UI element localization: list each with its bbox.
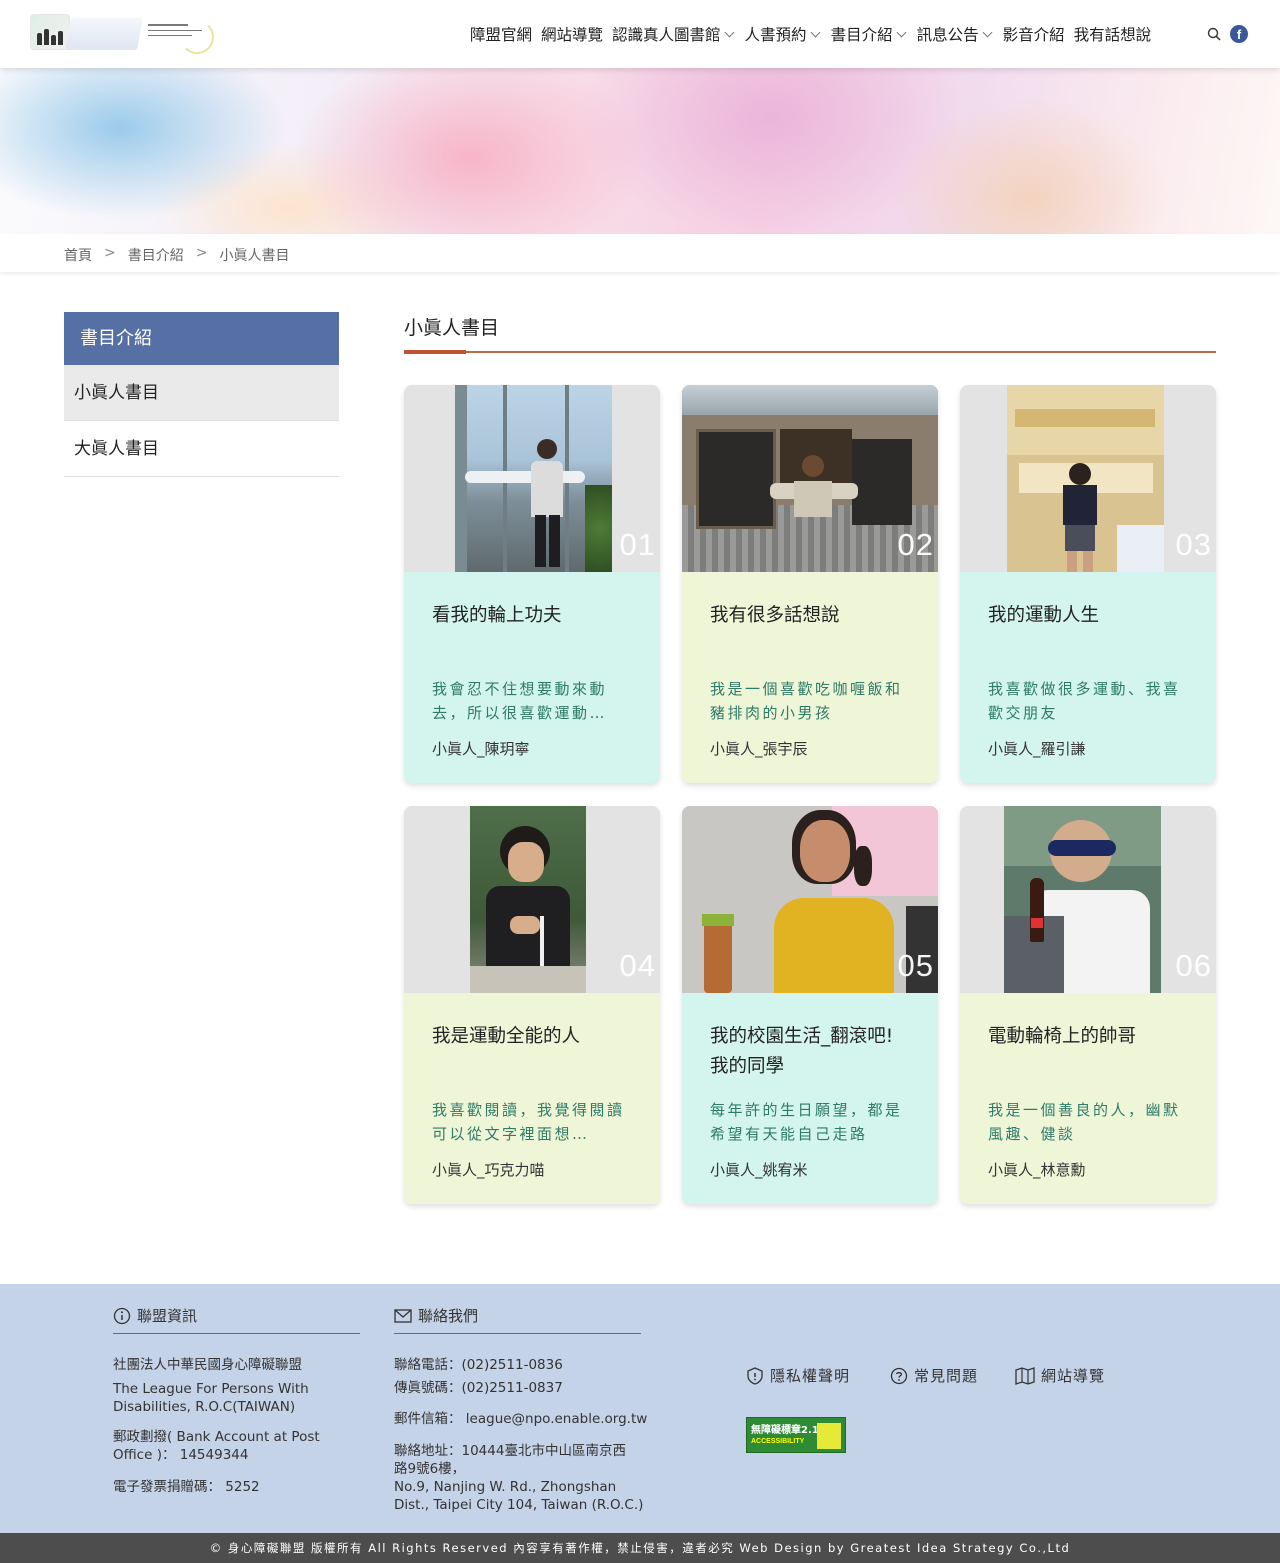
- card-number: 04: [619, 948, 656, 983]
- card-photo: 05: [682, 806, 938, 993]
- logo-people-graphic: [30, 14, 70, 50]
- card-number: 01: [619, 527, 656, 562]
- card-author: 小眞人_巧克力喵: [432, 1161, 545, 1179]
- info-icon: [113, 1307, 131, 1324]
- card-title[interactable]: 電動輪椅上的帥哥: [988, 1022, 1188, 1052]
- card-description: 我是一個善良的人，幽默風趣、健談: [988, 1101, 1181, 1143]
- book-card[interactable]: 03 我的運動人生 我喜歡做很多運動、我喜歡交朋友 小眞人_羅引謙: [960, 385, 1216, 783]
- card-photo: 02: [682, 385, 938, 572]
- contact-email[interactable]: 郵件信箱： league@npo.enable.org.tw: [394, 1410, 654, 1428]
- card-author: 小眞人_張宇辰: [710, 740, 808, 758]
- bank-account: 郵政劃撥( Bank Account at Post Office )： 145…: [113, 1429, 320, 1463]
- chevron-down-icon: [810, 27, 821, 37]
- card-number: 05: [897, 948, 934, 983]
- card-description: 我喜歡閱讀，我覺得閱讀可以從文字裡面想…: [432, 1101, 625, 1143]
- contact-fax: 傳眞號碼：(02)2511-0837: [394, 1380, 563, 1396]
- chevron-down-icon: [724, 27, 734, 37]
- nav-item-videos[interactable]: 影音介紹: [1003, 23, 1065, 45]
- contact-address-zh: 聯絡地址：10444臺北市中山區南京西路9號6樓，: [394, 1443, 626, 1477]
- nav-item-official-site[interactable]: 障盟官網: [470, 23, 532, 45]
- badge-graphic: [817, 1423, 841, 1449]
- sitemap-link[interactable]: 網站導覽: [1015, 1365, 1105, 1386]
- shield-icon: [747, 1366, 763, 1385]
- site-logo[interactable]: [30, 14, 214, 54]
- accessibility-badge[interactable]: 無障礙標章2.1 ACCESSIBILITY: [746, 1417, 846, 1453]
- card-photo: 04: [404, 806, 660, 993]
- card-title[interactable]: 我是運動全能的人: [432, 1022, 632, 1052]
- book-card[interactable]: 05 我的校園生活_翻滾吧! 我的同學 每年許的生日願望，都是希望有天能自己走路…: [682, 806, 938, 1204]
- page-title: 小眞人書目: [404, 317, 500, 339]
- card-description: 我是一個喜歡吃咖喱飯和豬排肉的小男孩: [710, 680, 903, 722]
- card-description: 我會忍不住想要動來動去，所以很喜歡運動…: [432, 680, 608, 722]
- card-photo: 03: [960, 385, 1216, 572]
- card-photo: 01: [404, 385, 660, 572]
- sidebar-title: 書目介紹: [64, 312, 339, 365]
- card-number: 03: [1175, 527, 1212, 562]
- card-number: 06: [1175, 948, 1212, 983]
- breadcrumb-bar: 首頁 > 書目介紹 > 小眞人書目: [0, 234, 1280, 272]
- badge-subtitle: ACCESSIBILITY: [751, 1438, 805, 1445]
- main-nav: 障盟官網 網站導覽 認識真人圖書館 人書預約 書目介紹 訊息公告 影音介紹 我有…: [470, 22, 1160, 46]
- sidebar-item-small-people[interactable]: 小眞人書目: [64, 365, 339, 421]
- facebook-icon[interactable]: f: [1230, 25, 1248, 43]
- card-author: 小眞人_陳玥寧: [432, 740, 530, 758]
- mail-icon: [394, 1308, 412, 1323]
- card-author: 小眞人_姚宥米: [710, 1161, 808, 1179]
- footer-divider: [113, 1333, 360, 1334]
- footer-contact-heading: 聯絡我們: [394, 1305, 478, 1326]
- book-card[interactable]: 01 看我的輪上功夫 我會忍不住想要動來動去，所以很喜歡運動… 小眞人_陳玥寧: [404, 385, 660, 783]
- copyright-bar: © 身心障礙聯盟 版權所有 All Rights Reserved 內容享有著作…: [0, 1533, 1280, 1563]
- nav-item-catalog[interactable]: 書目介紹: [831, 23, 908, 45]
- card-title[interactable]: 我的校園生活_翻滾吧! 我的同學: [710, 1022, 910, 1082]
- book-card[interactable]: 06 電動輪椅上的帥哥 我是一個善良的人，幽默風趣、健談 小眞人_林意勳: [960, 806, 1216, 1204]
- card-description: 我喜歡做很多運動、我喜歡交朋友: [988, 680, 1181, 722]
- breadcrumb-separator: >: [195, 245, 208, 261]
- footer-divider: [394, 1333, 641, 1334]
- card-title[interactable]: 我有很多話想說: [710, 601, 910, 631]
- card-title[interactable]: 看我的輪上功夫: [432, 601, 632, 631]
- logo-arc: [180, 20, 214, 54]
- search-icon[interactable]: [1207, 27, 1221, 41]
- chevron-down-icon: [982, 27, 993, 37]
- breadcrumb-current: 小眞人書目: [219, 248, 290, 264]
- map-icon: [1015, 1366, 1035, 1385]
- nav-item-booking[interactable]: 人書預約: [745, 23, 822, 45]
- contact-address-en: No.9, Nanjing W. Rd., Zhongshan Dist., T…: [394, 1479, 644, 1513]
- breadcrumb-home[interactable]: 首頁: [64, 245, 92, 265]
- nav-item-news[interactable]: 訊息公告: [917, 23, 994, 45]
- invoice-code: 電子發票捐贈碼： 5252: [113, 1479, 260, 1495]
- title-underline: [404, 350, 1216, 354]
- faq-link[interactable]: 常見問題: [890, 1365, 978, 1386]
- nav-item-sitemap[interactable]: 網站導覽: [541, 23, 603, 45]
- card-title[interactable]: 我的運動人生: [988, 601, 1188, 631]
- book-card[interactable]: 02 我有很多話想說 我是一個喜歡吃咖喱飯和豬排肉的小男孩 小眞人_張宇辰: [682, 385, 938, 783]
- card-photo: 06: [960, 806, 1216, 993]
- sidebar-item-big-people[interactable]: 大眞人書目: [64, 421, 339, 477]
- card-number: 02: [897, 527, 934, 562]
- nav-item-feedback[interactable]: 我有話想說: [1074, 23, 1152, 45]
- hero-banner: [0, 68, 1280, 234]
- breadcrumb-section[interactable]: 書目介紹: [128, 245, 184, 265]
- sidebar: 書目介紹 小眞人書目 大眞人書目: [64, 312, 339, 477]
- contact-phone: 聯絡電話：(02)2511-0836: [394, 1357, 563, 1373]
- card-description: 每年許的生日願望，都是希望有天能自己走路: [710, 1101, 903, 1143]
- chevron-down-icon: [896, 27, 907, 37]
- footer-info-heading: 聯盟資訊: [113, 1305, 197, 1326]
- site-header: 障盟官網 網站導覽 認識真人圖書館 人書預約 書目介紹 訊息公告 影音介紹 我有…: [0, 0, 1280, 68]
- badge-title: 無障礙標章2.1: [751, 1425, 819, 1436]
- question-icon: [890, 1367, 908, 1384]
- org-name-en: The League For Persons With Disabilities…: [113, 1381, 309, 1415]
- privacy-link[interactable]: 隱私權聲明: [746, 1365, 850, 1386]
- breadcrumb: 首頁 > 書目介紹 > 小眞人書目: [64, 245, 289, 265]
- org-name-zh: 社團法人中華民國身心障礙聯盟: [113, 1357, 302, 1373]
- card-author: 小眞人_林意勳: [988, 1161, 1086, 1179]
- nav-item-about-library[interactable]: 認識真人圖書館: [612, 23, 736, 45]
- breadcrumb-separator: >: [104, 245, 116, 261]
- book-card[interactable]: 04 我是運動全能的人 我喜歡閱讀，我覺得閱讀可以從文字裡面想… 小眞人_巧克力…: [404, 806, 660, 1204]
- logo-book-graphic: [65, 18, 143, 50]
- card-author: 小眞人_羅引謙: [988, 740, 1086, 758]
